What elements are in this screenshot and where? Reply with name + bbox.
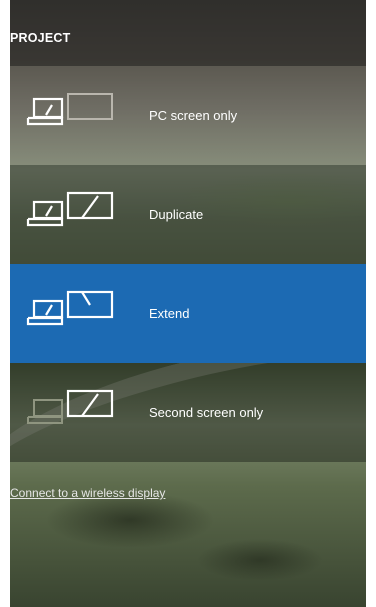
- pc-screen-only-icon: [26, 91, 136, 131]
- option-second-screen-only[interactable]: Second screen only: [10, 363, 366, 462]
- option-label: PC screen only: [149, 108, 238, 123]
- option-duplicate[interactable]: Duplicate: [10, 165, 366, 264]
- flyout-title: PROJECT: [10, 31, 71, 45]
- option-extend[interactable]: Extend: [10, 264, 366, 363]
- extend-icon: [26, 289, 136, 329]
- duplicate-icon: [26, 190, 136, 230]
- option-pc-screen-only[interactable]: PC screen only: [10, 66, 366, 165]
- project-flyout: PROJECT PC screen only Duplicate Extend …: [10, 0, 366, 607]
- option-label: Extend: [149, 306, 190, 321]
- connect-wireless-display-link[interactable]: Connect to a wireless display: [10, 486, 165, 500]
- second-screen-only-icon: [26, 388, 136, 428]
- option-label: Duplicate: [149, 207, 204, 222]
- option-label: Second screen only: [149, 405, 264, 420]
